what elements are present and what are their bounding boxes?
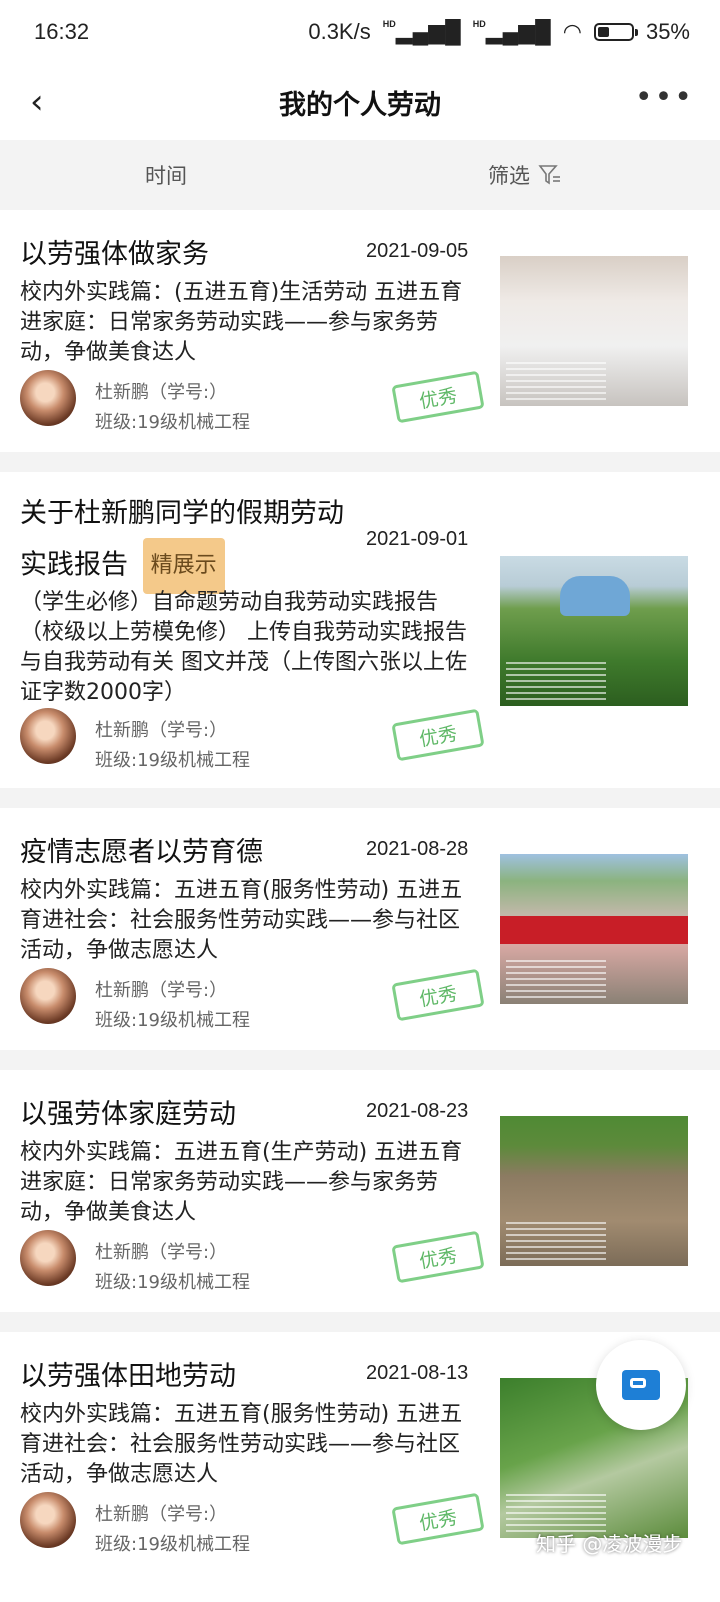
avatar: [20, 708, 76, 764]
list-item[interactable]: 关于杜新鹏同学的假期劳动实践报告 精展示 2021-09-01 （学生必修）自命…: [0, 472, 720, 808]
filter-bar: 时间 筛选: [0, 140, 720, 210]
item-title: 疫情志愿者以劳育德: [20, 837, 263, 868]
item-title: 以劳强体做家务: [20, 239, 209, 270]
student-name: 杜新鹏（学号:）: [95, 382, 228, 403]
item-description: 校内外实践篇：(五进五育)生活劳动 五进五育进家庭：日常家务劳动实践——参与家务…: [20, 280, 463, 365]
excellent-stamp: 优秀: [391, 968, 485, 1022]
item-photo: [500, 1116, 688, 1266]
excellent-stamp: 优秀: [391, 708, 485, 762]
student-name: 杜新鹏（学号:）: [95, 1504, 228, 1525]
projector-icon: [622, 1370, 660, 1400]
student-name: 杜新鹏（学号:）: [95, 980, 228, 1001]
excellent-stamp: 优秀: [391, 1492, 485, 1546]
nav-bar: ‹ 我的个人劳动 •••: [0, 64, 720, 140]
student-name: 杜新鹏（学号:）: [95, 720, 228, 741]
student-class: 班级:19级机械工程: [95, 412, 250, 433]
list-item[interactable]: 疫情志愿者以劳育德 2021-08-28 校内外实践篇：五进五育(服务性劳动) …: [0, 808, 720, 1070]
item-title: 以劳强体田地劳动: [20, 1361, 236, 1392]
item-date: 2021-08-28: [366, 838, 469, 860]
student-class: 班级:19级机械工程: [95, 1534, 250, 1555]
network-speed: 0.3K/s: [308, 19, 371, 44]
item-description: 校内外实践篇：五进五育(生产劳动) 五进五育进家庭：日常家务劳动实践——参与家务…: [20, 1140, 463, 1225]
student-class: 班级:19级机械工程: [95, 750, 250, 771]
excellent-stamp: 优秀: [391, 1230, 485, 1284]
item-date: 2021-09-01: [366, 528, 469, 550]
item-date: 2021-08-13: [366, 1362, 469, 1384]
floating-action-button[interactable]: [596, 1340, 686, 1430]
status-right: 0.3K/s HD▂▄▆█ HD▂▄▆█ ◠ 35%: [308, 19, 690, 45]
time-filter[interactable]: 时间: [145, 160, 187, 190]
student-class: 班级:19级机械工程: [95, 1272, 250, 1293]
page-title: 我的个人劳动: [279, 89, 441, 121]
item-description: 校内外实践篇：五进五育(服务性劳动) 五进五育进社会：社会服务性劳动实践——参与…: [20, 1402, 463, 1487]
battery-icon: [593, 23, 638, 41]
avatar: [20, 968, 76, 1024]
student-class: 班级:19级机械工程: [95, 1010, 250, 1031]
signal-icon-1: HD▂▄▆█: [382, 19, 461, 44]
battery-percent: 35%: [645, 19, 690, 44]
item-description: 校内外实践篇：五进五育(服务性劳动) 五进五育进社会：社会服务性劳动实践——参与…: [20, 878, 463, 963]
student-name: 杜新鹏（学号:）: [95, 1242, 228, 1263]
status-time: 16:32: [34, 19, 90, 44]
list-item[interactable]: 以强劳体家庭劳动 2021-08-23 校内外实践篇：五进五育(生产劳动) 五进…: [0, 1070, 720, 1332]
wifi-icon: ◠: [562, 19, 582, 44]
item-description: （学生必修）自命题劳动自我劳动实践报告（校级以上劳模免修） 上传自我劳动实践报告…: [20, 590, 467, 705]
screen-filter[interactable]: 筛选: [488, 160, 562, 190]
list-item[interactable]: 以劳强体做家务 2021-09-05 校内外实践篇：(五进五育)生活劳动 五进五…: [0, 210, 720, 472]
item-title: 关于杜新鹏同学的假期劳动实践报告 精展示: [20, 490, 370, 594]
avatar: [20, 1230, 76, 1286]
item-photo: [500, 256, 688, 406]
status-bar: 16:32 0.3K/s HD▂▄▆█ HD▂▄▆█ ◠ 35%: [0, 0, 720, 64]
featured-badge: 精展示: [142, 538, 225, 594]
more-icon[interactable]: •••: [635, 80, 694, 115]
screen-filter-label: 筛选: [488, 164, 530, 188]
signal-icon-2: HD▂▄▆█: [472, 19, 551, 44]
avatar: [20, 1492, 76, 1548]
back-icon[interactable]: ‹: [30, 82, 44, 122]
item-title: 以强劳体家庭劳动: [20, 1099, 236, 1130]
item-date: 2021-08-23: [366, 1100, 469, 1122]
item-photo: [500, 556, 688, 706]
excellent-stamp: 优秀: [391, 370, 485, 424]
item-date: 2021-09-05: [366, 240, 469, 262]
avatar: [20, 370, 76, 426]
watermark: 知乎 @凌波漫步: [536, 1532, 683, 1556]
filter-icon: [538, 165, 560, 185]
item-photo: [500, 854, 688, 1004]
